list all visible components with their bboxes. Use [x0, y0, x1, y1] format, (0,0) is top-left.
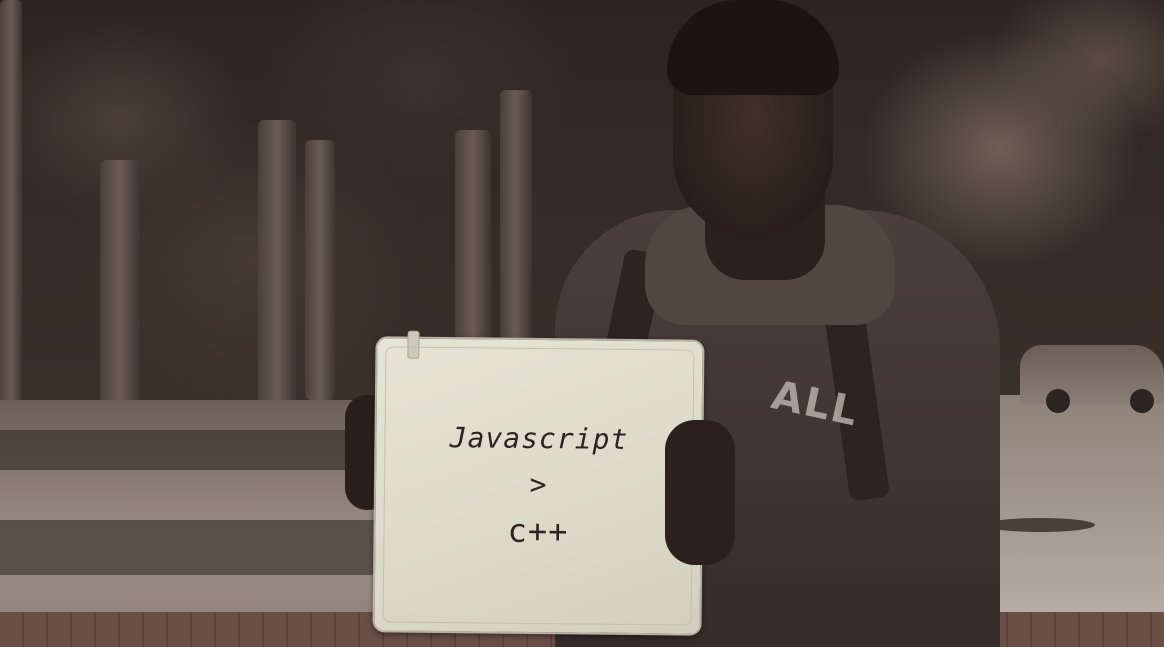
- board-text-line-2: >: [529, 467, 548, 502]
- right-hand: [665, 420, 735, 565]
- photo-scene: ALL Javascript > c++: [0, 0, 1164, 647]
- board-text-line-1: Javascript: [449, 421, 629, 456]
- tree-trunk: [500, 90, 532, 340]
- tree-trunk: [0, 0, 22, 420]
- car-wheel: [1130, 389, 1154, 413]
- car-wheel: [1046, 389, 1070, 413]
- tree-trunk: [455, 130, 491, 340]
- tree-trunk: [258, 120, 296, 430]
- tree-trunk: [305, 140, 335, 400]
- whiteboard: Javascript > c++: [372, 330, 705, 636]
- parked-car: [1020, 345, 1164, 413]
- board-text-line-3: c++: [507, 511, 569, 551]
- tree-trunk: [100, 160, 140, 430]
- hair: [667, 0, 839, 95]
